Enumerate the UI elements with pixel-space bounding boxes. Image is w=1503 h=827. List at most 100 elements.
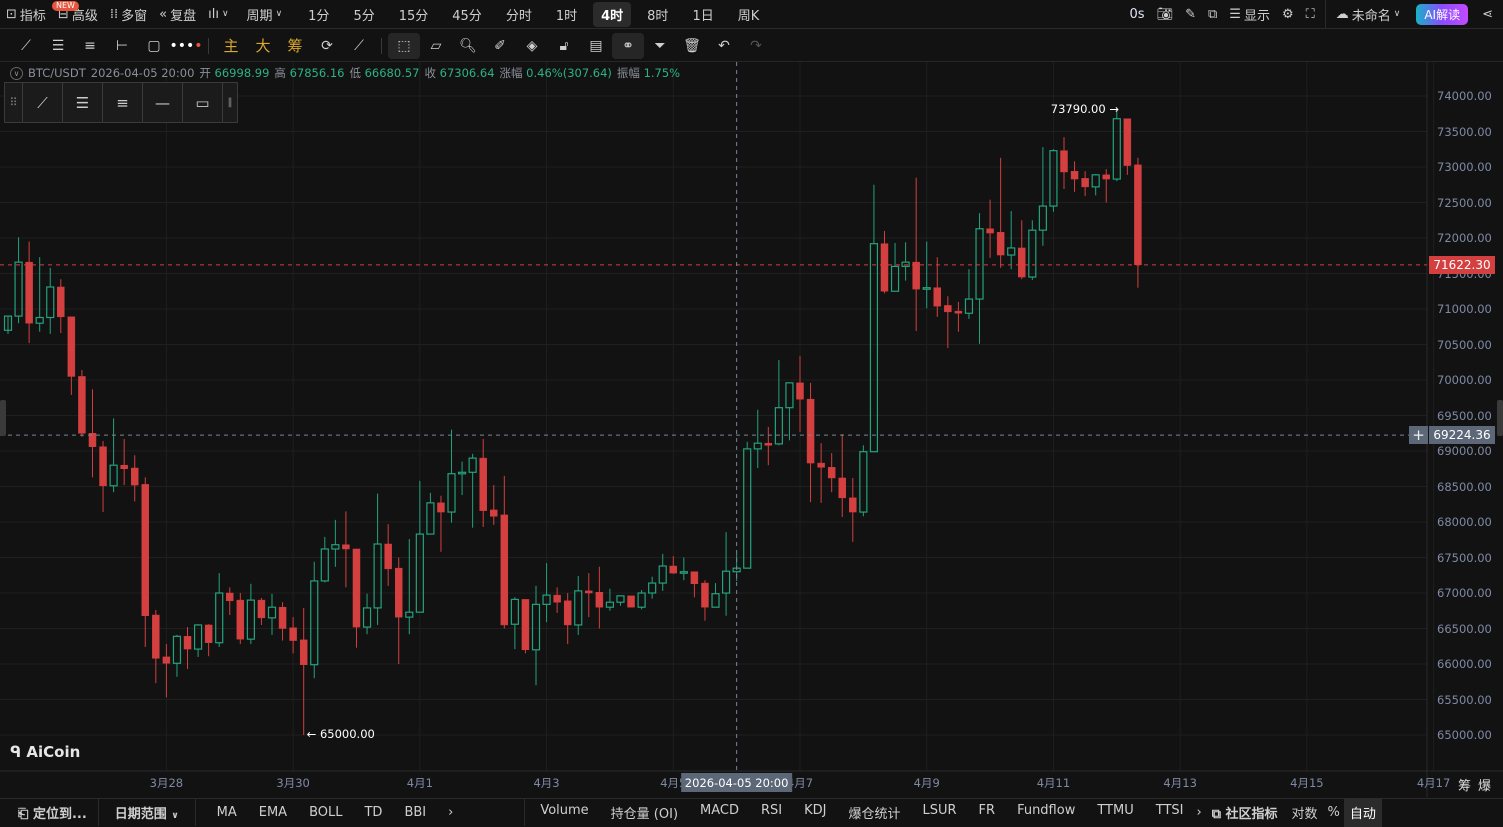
sub-indicators-more[interactable]: › [1194,805,1203,820]
rectangle-tool[interactable]: ▢ [138,33,170,59]
eye-tool[interactable]: ◈ [516,33,548,59]
main-indicator-boll[interactable]: BOLL [298,805,353,820]
float-trend-line-button[interactable]: ⟋ [23,83,63,122]
sub-indicator[interactable]: 爆仓统计 [837,803,911,822]
ai-interpret-button[interactable]: AI解读 [1416,3,1469,25]
link-tool[interactable]: ⚭ [612,32,644,59]
interval-tab[interactable]: 分时 [498,2,540,27]
chart-type-dropdown[interactable]: ılı ∨ [202,7,234,22]
candle-down [500,514,509,626]
interval-tab[interactable]: 周K [730,2,768,27]
sync-drawing-button[interactable]: ⟳ [311,33,343,59]
replay-label: 复盘 [170,8,197,24]
interval-tab[interactable]: 1日 [684,2,721,27]
main-indicator-bbi[interactable]: BBI [393,805,437,820]
draw-button[interactable]: ✎ [1179,7,1202,22]
more-tools-button[interactable]: •••• [169,33,202,59]
community-indicators-button[interactable]: ⧉ 社区指标 [1204,803,1286,822]
log-scale-toggle[interactable]: 对数 [1286,803,1324,822]
chips-toggle[interactable]: 筹 [279,33,311,59]
main-indicator-td[interactable]: TD [353,805,393,820]
left-panel-handle[interactable] [0,400,6,436]
sub-indicator[interactable]: FR [968,803,1007,822]
candle-down [120,464,128,470]
share-button[interactable]: ⋖ [1476,7,1499,22]
replay-button[interactable]: «复盘 [153,5,202,24]
delete-tool[interactable]: 🗑︎ [676,33,708,59]
layout-name: 未命名 [1351,8,1391,24]
share-icon: ⋖ [1482,6,1493,22]
candle-down [1070,171,1079,180]
candle-down [278,606,287,629]
settings-button[interactable]: ⚙ [1276,7,1300,22]
main-indicator-ema[interactable]: EMA [248,805,298,820]
open-value: 66998.99 [214,66,270,80]
candlestick-chart[interactable] [0,0,1503,825]
parallel-channel-tool[interactable]: ☰ [42,33,74,59]
countdown-value: 0s [1129,6,1145,22]
sub-indicator[interactable]: TTSI [1145,803,1195,822]
display-button[interactable]: ☰ 显示 [1223,5,1276,24]
chips-axis-toggle[interactable]: 筹 [1458,775,1471,794]
interval-tab[interactable]: 4时 [593,1,632,27]
sub-indicator[interactable]: KDJ [793,803,837,822]
float-fib-button[interactable]: ≡ [103,83,143,122]
sub-indicator[interactable]: MACD [689,803,750,822]
sub-indicator[interactable]: TTMU [1086,803,1144,822]
float-rect-button[interactable]: ▭ [183,83,223,122]
trend-line-tool[interactable]: ⟋ [10,33,42,59]
float-more-icon[interactable]: ‖ [223,83,237,122]
brush-tool[interactable]: ✐ [484,33,516,59]
add-alert-button[interactable]: + [1409,426,1428,445]
drag-handle-icon[interactable]: ⠿ [5,83,23,122]
main-indicators-more[interactable]: › [437,805,464,820]
fib-tool[interactable]: ≡ [74,33,106,59]
sub-indicator[interactable]: Volume [529,803,599,822]
interval-tab[interactable]: 15分 [391,2,437,27]
lock-tool[interactable]: 🔓︎ [548,33,580,59]
sub-indicator[interactable]: LSUR [912,803,968,822]
collapse-icon[interactable]: ∨ [10,66,23,80]
float-hline-button[interactable]: — [143,83,183,122]
screenshot-button[interactable]: 📷︎ [1151,7,1180,22]
period-dropdown[interactable]: 周期 ∨ [241,5,289,24]
sub-indicator[interactable]: 持仓量 (OI) [600,803,689,822]
layout-name-dropdown[interactable]: ☁ 未命名 ∨ [1330,5,1407,24]
indicators-button[interactable]: ⊡ 指标 NEW [0,0,79,24]
candle-down [817,462,825,468]
percent-scale-toggle[interactable]: % [1324,805,1344,820]
big-order-toggle[interactable]: 大 [247,33,279,59]
interval-tab[interactable]: 45分 [444,2,490,27]
top-toolbar: ⊡ 指标 NEW ⊟ 高级 ⁞⁞ 多窗 «复盘 ılı ∨ 周期 ∨ 1分 5分 15分 45分分… [0,0,1503,29]
sub-indicator[interactable]: Fundflow [1006,803,1086,822]
channel-icon: ☰ [75,93,90,112]
redo-button[interactable]: ↷ [740,33,772,59]
filter-tool[interactable]: ⏷ [644,33,676,59]
select-tool[interactable]: ⬚ [388,32,420,59]
sub-indicator[interactable]: RSI [750,803,793,822]
interval-tab[interactable]: 1分 [300,2,337,27]
right-panel-handle[interactable] [1497,400,1503,436]
template-tool[interactable]: ▤ [580,33,612,59]
main-indicator-ma[interactable]: MA [206,805,248,820]
candle-down [1102,174,1110,180]
interval-tab[interactable]: 1时 [548,2,585,27]
undo-button[interactable]: ↶ [708,33,740,59]
float-channel-button[interactable]: ☰ [63,83,103,122]
magnet-button[interactable]: ⟋ [343,33,375,59]
auto-scale-toggle[interactable]: 自动 [1343,797,1382,827]
fullscreen-button[interactable]: ⛶ [1300,7,1321,22]
redo-icon: ↷ [750,37,762,54]
popout-button[interactable]: ⧉ [1202,7,1223,22]
open-label: 开 [199,66,211,80]
interval-tab[interactable]: 8时 [639,2,676,27]
liquidation-axis-toggle[interactable]: 爆 [1478,775,1491,794]
ruler-tool[interactable]: ▱ [420,33,452,59]
main-chart-toggle[interactable]: 主 [215,33,247,59]
locate-button[interactable]: ⎗ 定位到... [0,803,98,822]
interval-tab[interactable]: 5分 [345,2,382,27]
multi-window-button[interactable]: ⁞⁞ 多窗 [104,5,153,24]
date-range-dropdown[interactable]: 日期范围 ∨ [99,803,195,822]
zoom-tool[interactable]: 🔍︎ [452,33,484,59]
horizontal-line-tool[interactable]: ⊢ [106,33,138,59]
